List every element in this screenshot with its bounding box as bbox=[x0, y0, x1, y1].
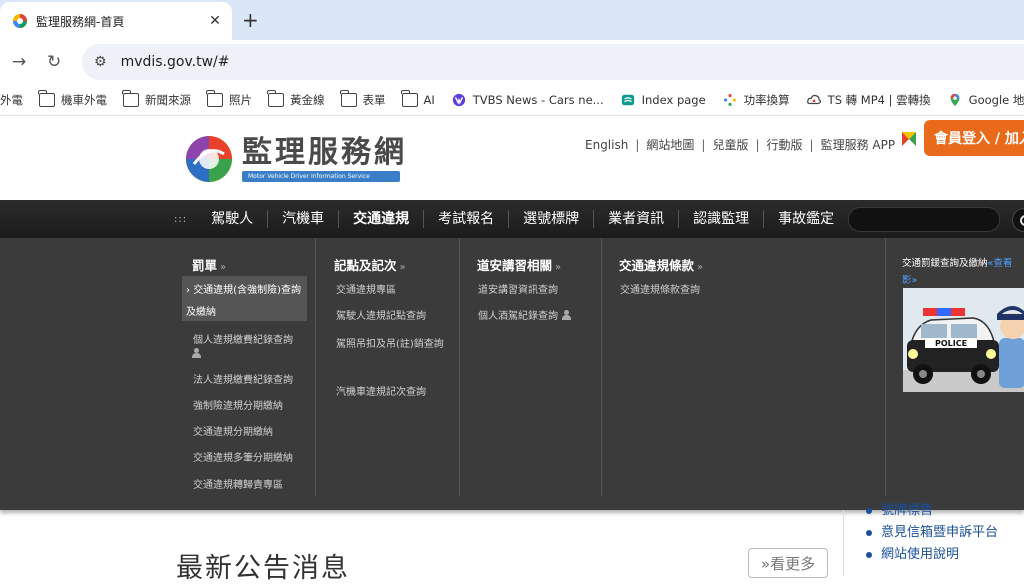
menu-item[interactable]: 交通違規多筆分期繳納 bbox=[193, 449, 293, 464]
sparkle-icon bbox=[723, 93, 736, 106]
menu-column-title[interactable]: 道安講習相關» bbox=[477, 255, 561, 274]
nav-business-info[interactable]: 業者資訊 bbox=[593, 210, 678, 228]
site-favicon-icon bbox=[13, 14, 27, 28]
nav-about[interactable]: 認識監理 bbox=[678, 210, 763, 228]
google-maps-icon bbox=[950, 93, 960, 106]
menu-item[interactable]: 交通違規條款查詢 bbox=[620, 281, 700, 296]
menu-column-safety-course: 道安講習相關» 道安講習資訊查詢 個人酒駕紀錄查詢 bbox=[460, 238, 602, 496]
menu-item[interactable]: 強制險違規分期繳納 bbox=[193, 397, 283, 412]
more-button[interactable]: »看更多 bbox=[748, 548, 828, 578]
promo-title[interactable]: 交通罰鍰查詢及繳納«查看 bbox=[902, 255, 1012, 269]
menu-column-title[interactable]: 罰單» bbox=[192, 255, 226, 274]
folder-icon bbox=[400, 89, 418, 107]
nav-accident[interactable]: 事故鑑定 bbox=[763, 210, 848, 228]
forward-button[interactable]: → bbox=[12, 52, 26, 72]
bookmark-item[interactable]: TS 轉 MP4 | 雲轉換 bbox=[806, 92, 931, 108]
kids-link[interactable]: 兒童版 bbox=[712, 136, 748, 153]
logo-subtitle: Motor Vehicle Driver Information Service bbox=[242, 170, 400, 182]
url-text[interactable]: mvdis.gov.tw/# bbox=[121, 54, 230, 70]
police-car-illustration[interactable]: POLICE bbox=[903, 288, 1024, 392]
nav-grip-icon: ::: bbox=[174, 213, 188, 225]
bookmark-folder[interactable]: 機車外電 bbox=[38, 89, 107, 108]
english-link[interactable]: English bbox=[585, 138, 628, 152]
menu-column-tickets: 罰單» › 交通違規(含強制險)查詢及繳納 個人違規繳費紀錄查詢 法人違規繳費紀… bbox=[182, 238, 316, 496]
menu-item[interactable]: 交通違規專區 bbox=[336, 281, 396, 296]
search-input[interactable] bbox=[848, 207, 1000, 232]
menu-item[interactable]: 交通違規分期繳納 bbox=[193, 423, 273, 438]
logo-mark-icon bbox=[186, 136, 232, 182]
index-page-icon bbox=[621, 94, 634, 105]
menu-column-title[interactable]: 交通違規條款» bbox=[619, 255, 703, 274]
tab-title: 監理服務網-首頁 bbox=[36, 14, 125, 29]
menu-item[interactable]: 交通違規轉歸責專區 bbox=[193, 476, 283, 491]
menu-item[interactable]: 駕駛人違規記點查詢 bbox=[336, 307, 426, 322]
bookmarks-bar: 外電 機車外電 新聞來源 照片 黃金線 表單 AI TVBS News - Ca… bbox=[0, 84, 1024, 116]
feedback-link[interactable]: 意見信箱暨申訴平台 bbox=[866, 522, 998, 544]
bookmark-folder[interactable]: 黃金線 bbox=[267, 89, 325, 108]
browser-tab[interactable]: 監理服務網-首頁 ✕ bbox=[0, 2, 232, 40]
reload-button[interactable]: ↻ bbox=[47, 52, 61, 72]
plate-auction-link[interactable]: 號牌標售 bbox=[866, 500, 998, 522]
site-settings-icon[interactable]: ⚙ bbox=[94, 54, 107, 70]
mobile-link[interactable]: 行動版 bbox=[767, 136, 803, 153]
folder-icon bbox=[267, 89, 284, 107]
logo-title: 監理服務網 bbox=[242, 134, 407, 170]
main-nav: ::: 駕駛人 汽機車 交通違規 考試報名 選號標牌 業者資訊 認識監理 事故鑑… bbox=[0, 200, 1024, 238]
search-icon[interactable] bbox=[1012, 208, 1024, 232]
news-heading: 最新公告消息 bbox=[176, 553, 350, 584]
cloud-icon bbox=[806, 94, 821, 104]
menu-column-regulations: 交通違規條款» 交通違規條款查詢 bbox=[602, 238, 886, 496]
bookmark-item[interactable]: 外電 bbox=[0, 92, 23, 108]
quick-links-list: 號牌標售 意見信箱暨申訴平台 網站使用說明 bbox=[866, 500, 998, 566]
login-button[interactable]: 會員登入 / 加入 bbox=[924, 120, 1024, 156]
bookmark-folder[interactable]: AI bbox=[400, 89, 435, 107]
promo-link[interactable]: 影» bbox=[902, 272, 917, 286]
menu-item[interactable]: 汽機車違規記次查詢 bbox=[336, 383, 426, 398]
sitemap-link[interactable]: 網站地圖 bbox=[646, 136, 694, 153]
usage-guide-link[interactable]: 網站使用說明 bbox=[866, 544, 998, 566]
folder-icon bbox=[38, 89, 55, 107]
nav-plate-selection[interactable]: 選號標牌 bbox=[508, 210, 593, 228]
bookmark-item[interactable]: 功率換算 bbox=[722, 92, 790, 108]
user-icon bbox=[188, 348, 201, 360]
new-tab-button[interactable]: + bbox=[242, 8, 259, 32]
bookmark-item[interactable]: Index page bbox=[620, 93, 706, 107]
folder-icon bbox=[206, 89, 223, 107]
nav-driver[interactable]: 駕駛人 bbox=[201, 210, 267, 228]
bookmark-folder[interactable]: 新聞來源 bbox=[122, 89, 191, 108]
menu-column-points: 記點及記次» 交通違規專區 駕駛人違規記點查詢 駕照吊扣及吊(註)銷查詢 汽機車… bbox=[316, 238, 460, 496]
address-bar-row: → ↻ ⚙ mvdis.gov.tw/# bbox=[0, 40, 1024, 84]
bookmark-item[interactable]: Google 地圖 bbox=[947, 92, 1024, 108]
site-logo[interactable]: 監理服務網 Motor Vehicle Driver Information S… bbox=[184, 134, 407, 184]
omnibox[interactable]: ⚙ mvdis.gov.tw/# bbox=[82, 44, 1024, 80]
site-header: 監理服務網 Motor Vehicle Driver Information S… bbox=[0, 116, 1024, 200]
nav-traffic-violation[interactable]: 交通違規 bbox=[338, 210, 423, 228]
browser-tab-bar: 監理服務網-首頁 ✕ + bbox=[0, 0, 1024, 40]
bookmark-folder[interactable]: 照片 bbox=[206, 89, 252, 108]
menu-item[interactable]: 法人違規繳費紀錄查詢 bbox=[193, 371, 293, 386]
menu-item-selected[interactable]: › 交通違規(含強制險)查詢及繳納 bbox=[182, 276, 307, 321]
menu-item[interactable]: 個人酒駕紀錄查詢 bbox=[478, 307, 571, 322]
top-links: English | 網站地圖 | 兒童版 | 行動版 | 監理服務 APP bbox=[585, 136, 896, 153]
bookmark-item[interactable]: TVBS News - Cars ne... bbox=[451, 93, 604, 107]
app-link[interactable]: 監理服務 APP bbox=[821, 136, 896, 153]
folder-icon bbox=[339, 89, 357, 107]
menu-item[interactable]: 駕照吊扣及吊(註)銷查詢 bbox=[330, 333, 452, 357]
svg-text:POLICE: POLICE bbox=[935, 339, 967, 348]
bookmark-folder[interactable]: 表單 bbox=[339, 89, 386, 108]
menu-item[interactable]: 個人違規繳費紀錄查詢 bbox=[193, 331, 293, 346]
menu-column-title[interactable]: 記點及記次» bbox=[334, 255, 406, 274]
nav-vehicle[interactable]: 汽機車 bbox=[267, 210, 338, 228]
accessibility-flag-icon[interactable] bbox=[900, 130, 918, 148]
nav-exam-registration[interactable]: 考試報名 bbox=[423, 210, 508, 228]
tvbs-icon bbox=[452, 93, 465, 106]
user-icon bbox=[562, 310, 571, 320]
content-divider bbox=[843, 510, 844, 576]
menu-item[interactable]: 道安講習資訊查詢 bbox=[478, 281, 558, 296]
tab-close-icon[interactable]: ✕ bbox=[204, 13, 226, 29]
folder-icon bbox=[122, 89, 139, 107]
mega-menu: 罰單» › 交通違規(含強制險)查詢及繳納 個人違規繳費紀錄查詢 法人違規繳費紀… bbox=[0, 238, 1024, 510]
